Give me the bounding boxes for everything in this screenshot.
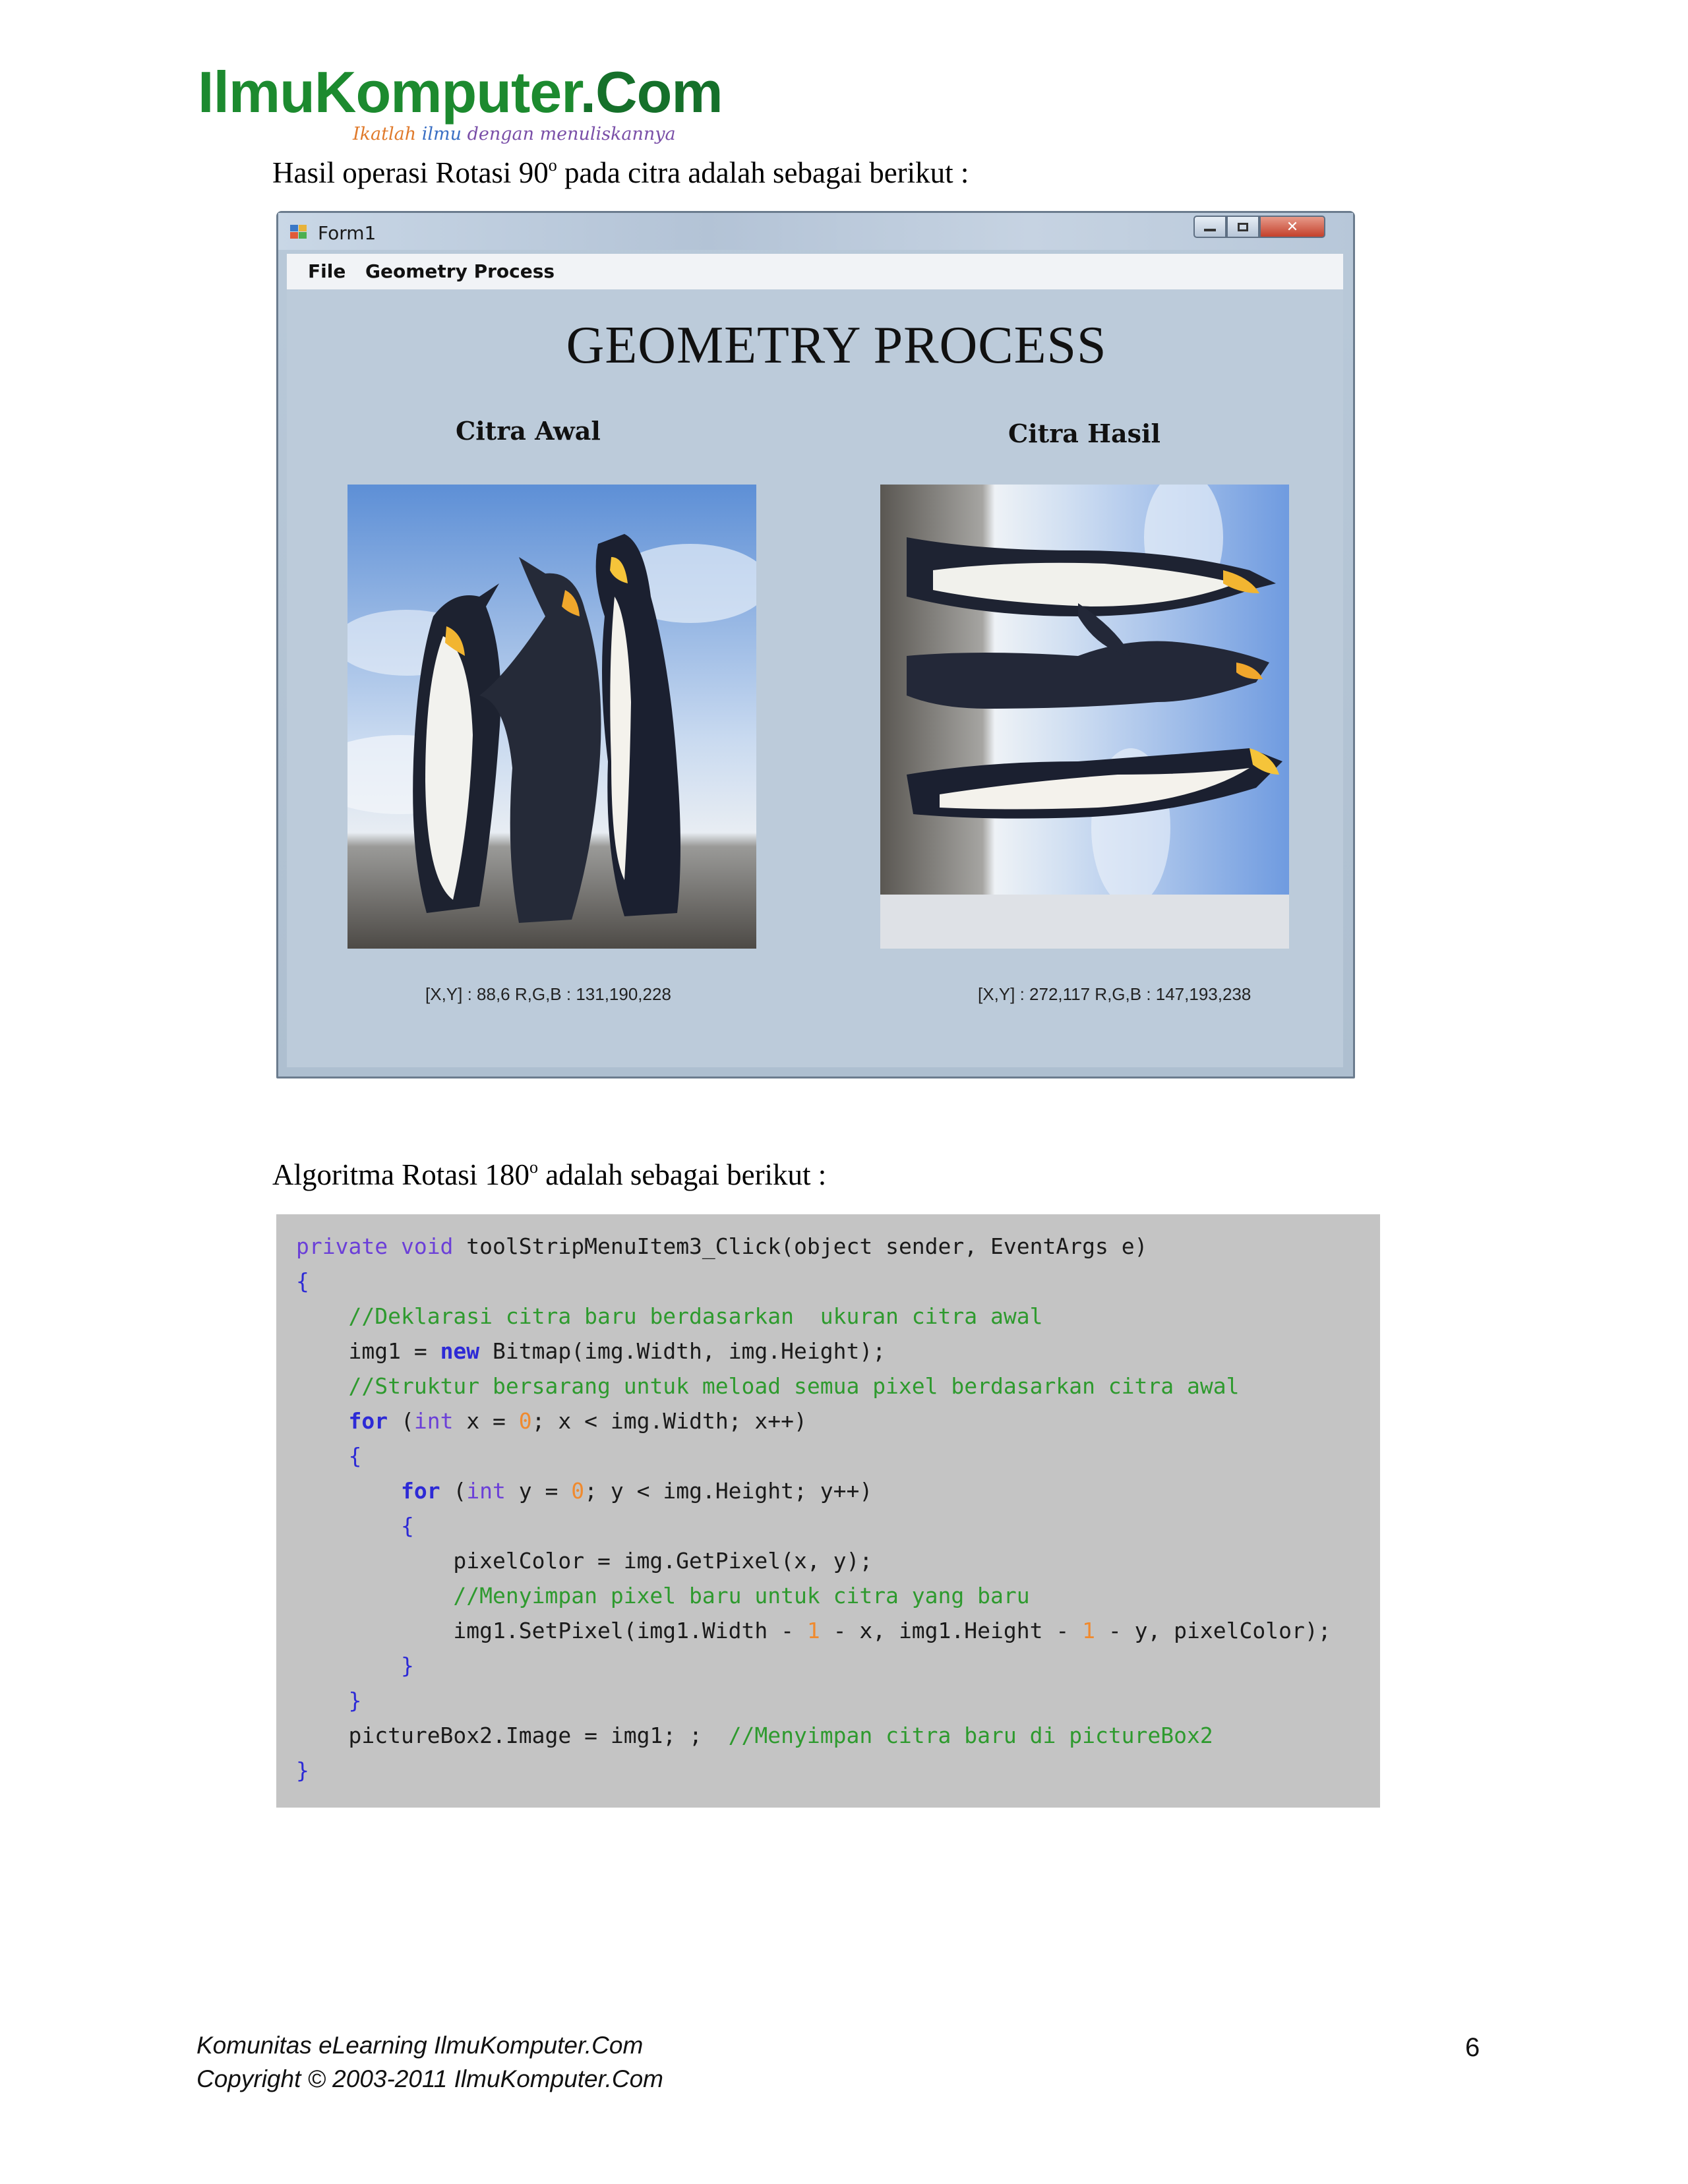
paragraph-rotation-90: Hasil operasi Rotasi 90o pada citra adal… (272, 156, 969, 189)
minimize-icon (1204, 229, 1216, 231)
code-text: ( (440, 1478, 467, 1504)
code-number: 0 (571, 1478, 585, 1504)
code-brace: { (348, 1443, 362, 1469)
result-image-picturebox[interactable] (880, 485, 1289, 949)
form-heading: GEOMETRY PROCESS (566, 316, 1107, 374)
code-block: private void toolStripMenuItem3_Click(ob… (276, 1214, 1380, 1808)
code-text: x = (453, 1408, 519, 1434)
caption-result-image: Citra Hasil (1008, 419, 1160, 448)
pixel-info-original: [X,Y] : 88,6 R,G,B : 131,190,228 (425, 984, 671, 1004)
window-title: Form1 (318, 222, 377, 244)
code-keyword: int (413, 1408, 454, 1434)
para2-tail: adalah sebagai berikut : (537, 1158, 827, 1191)
code-brace: { (296, 1268, 309, 1294)
code-keyword: private (296, 1233, 388, 1259)
code-comment: //Menyimpan pixel baru untuk citra yang … (453, 1583, 1030, 1608)
paragraph-rotation-180: Algoritma Rotasi 180o adalah sebagai ber… (272, 1158, 827, 1191)
code-number: 1 (806, 1618, 820, 1643)
app-icon (290, 225, 307, 239)
tagline-word-1: Ikatlah (353, 124, 417, 144)
original-image-picturebox[interactable] (347, 485, 756, 949)
code-text: - y, pixelColor); (1095, 1618, 1331, 1643)
code-text: ; y < img.Height; y++) (584, 1478, 873, 1504)
para2-text: Algoritma Rotasi 180 (272, 1158, 529, 1191)
title-bar: Form1 ✕ (278, 213, 1353, 250)
code-brace: } (296, 1757, 309, 1783)
tagline-word-2: ilmu (421, 124, 462, 144)
footer-copyright: Copyright © 2003-2011 IlmuKomputer.Com (196, 2065, 663, 2092)
logo-dot-text: .Com (580, 59, 723, 125)
form-client-area: GEOMETRY PROCESS Citra Awal Citra Hasil (287, 289, 1343, 1067)
code-comment: //Menyimpan citra baru di pictureBox2 (728, 1723, 1213, 1748)
para1-text: Hasil operasi Rotasi 90 (272, 156, 549, 189)
close-button[interactable]: ✕ (1259, 216, 1325, 238)
code-text: y = (505, 1478, 572, 1504)
page-number: 6 (1465, 2033, 1480, 2062)
code-text: - x, img1.Height - (820, 1618, 1083, 1643)
code-text: Bitmap(img.Width, img.Height); (479, 1338, 886, 1364)
para2-degree: o (529, 1158, 538, 1177)
code-text: img1.SetPixel(img1.Width - (453, 1618, 807, 1643)
maximize-icon (1238, 222, 1248, 231)
code-keyword: for (348, 1408, 388, 1434)
code-text: pixelColor = img.GetPixel(x, y); (453, 1548, 873, 1574)
code-keyword: int (466, 1478, 506, 1504)
code-keyword: void (400, 1233, 454, 1259)
code-number: 0 (518, 1408, 532, 1434)
code-brace: } (348, 1688, 362, 1713)
para1-tail: pada citra adalah sebagai berikut : (557, 156, 969, 189)
code-brace: { (400, 1513, 414, 1539)
tagline-rest: dengan menuliskannya (467, 124, 676, 144)
menu-bar: File Geometry Process (287, 254, 1343, 290)
code-text: ; x < img.Width; x++) (531, 1408, 807, 1434)
logo-tagline: Ikatlah ilmu dengan menuliskannya (353, 125, 676, 143)
code-text: ( (388, 1408, 414, 1434)
code-number: 1 (1082, 1618, 1095, 1643)
maximize-button[interactable] (1226, 216, 1259, 238)
code-listing: private void toolStripMenuItem3_Click(ob… (296, 1229, 1331, 1788)
menu-file[interactable]: File (308, 260, 346, 282)
para1-degree: o (548, 156, 557, 175)
minimize-button[interactable] (1193, 216, 1226, 238)
menu-geometry-process[interactable]: Geometry Process (365, 260, 555, 282)
site-logo: IlmuKomputer.Com (198, 63, 723, 121)
close-icon: ✕ (1286, 218, 1299, 235)
caption-original-image: Citra Awal (456, 416, 601, 446)
app-window: Form1 ✕ File Geometry Process GEOMETRY P… (276, 211, 1355, 1078)
code-text: pictureBox2.Image = img1; ; (348, 1723, 729, 1748)
code-text: img1 = (348, 1338, 440, 1364)
code-comment: //Deklarasi citra baru berdasarkan ukura… (348, 1303, 1043, 1329)
code-keyword: new (440, 1338, 480, 1364)
code-comment: //Struktur bersarang untuk meload semua … (348, 1373, 1240, 1399)
footer-community: Komunitas eLearning IlmuKomputer.Com (196, 2032, 644, 2059)
code-brace: } (400, 1653, 414, 1678)
logo-main-text: IlmuKomputer (198, 59, 581, 125)
code-text: toolStripMenuItem3_Click(object sender, … (453, 1233, 1148, 1259)
pixel-info-result: [X,Y] : 272,117 R,G,B : 147,193,238 (978, 984, 1251, 1004)
result-image (880, 485, 1289, 895)
code-keyword: for (400, 1478, 440, 1504)
